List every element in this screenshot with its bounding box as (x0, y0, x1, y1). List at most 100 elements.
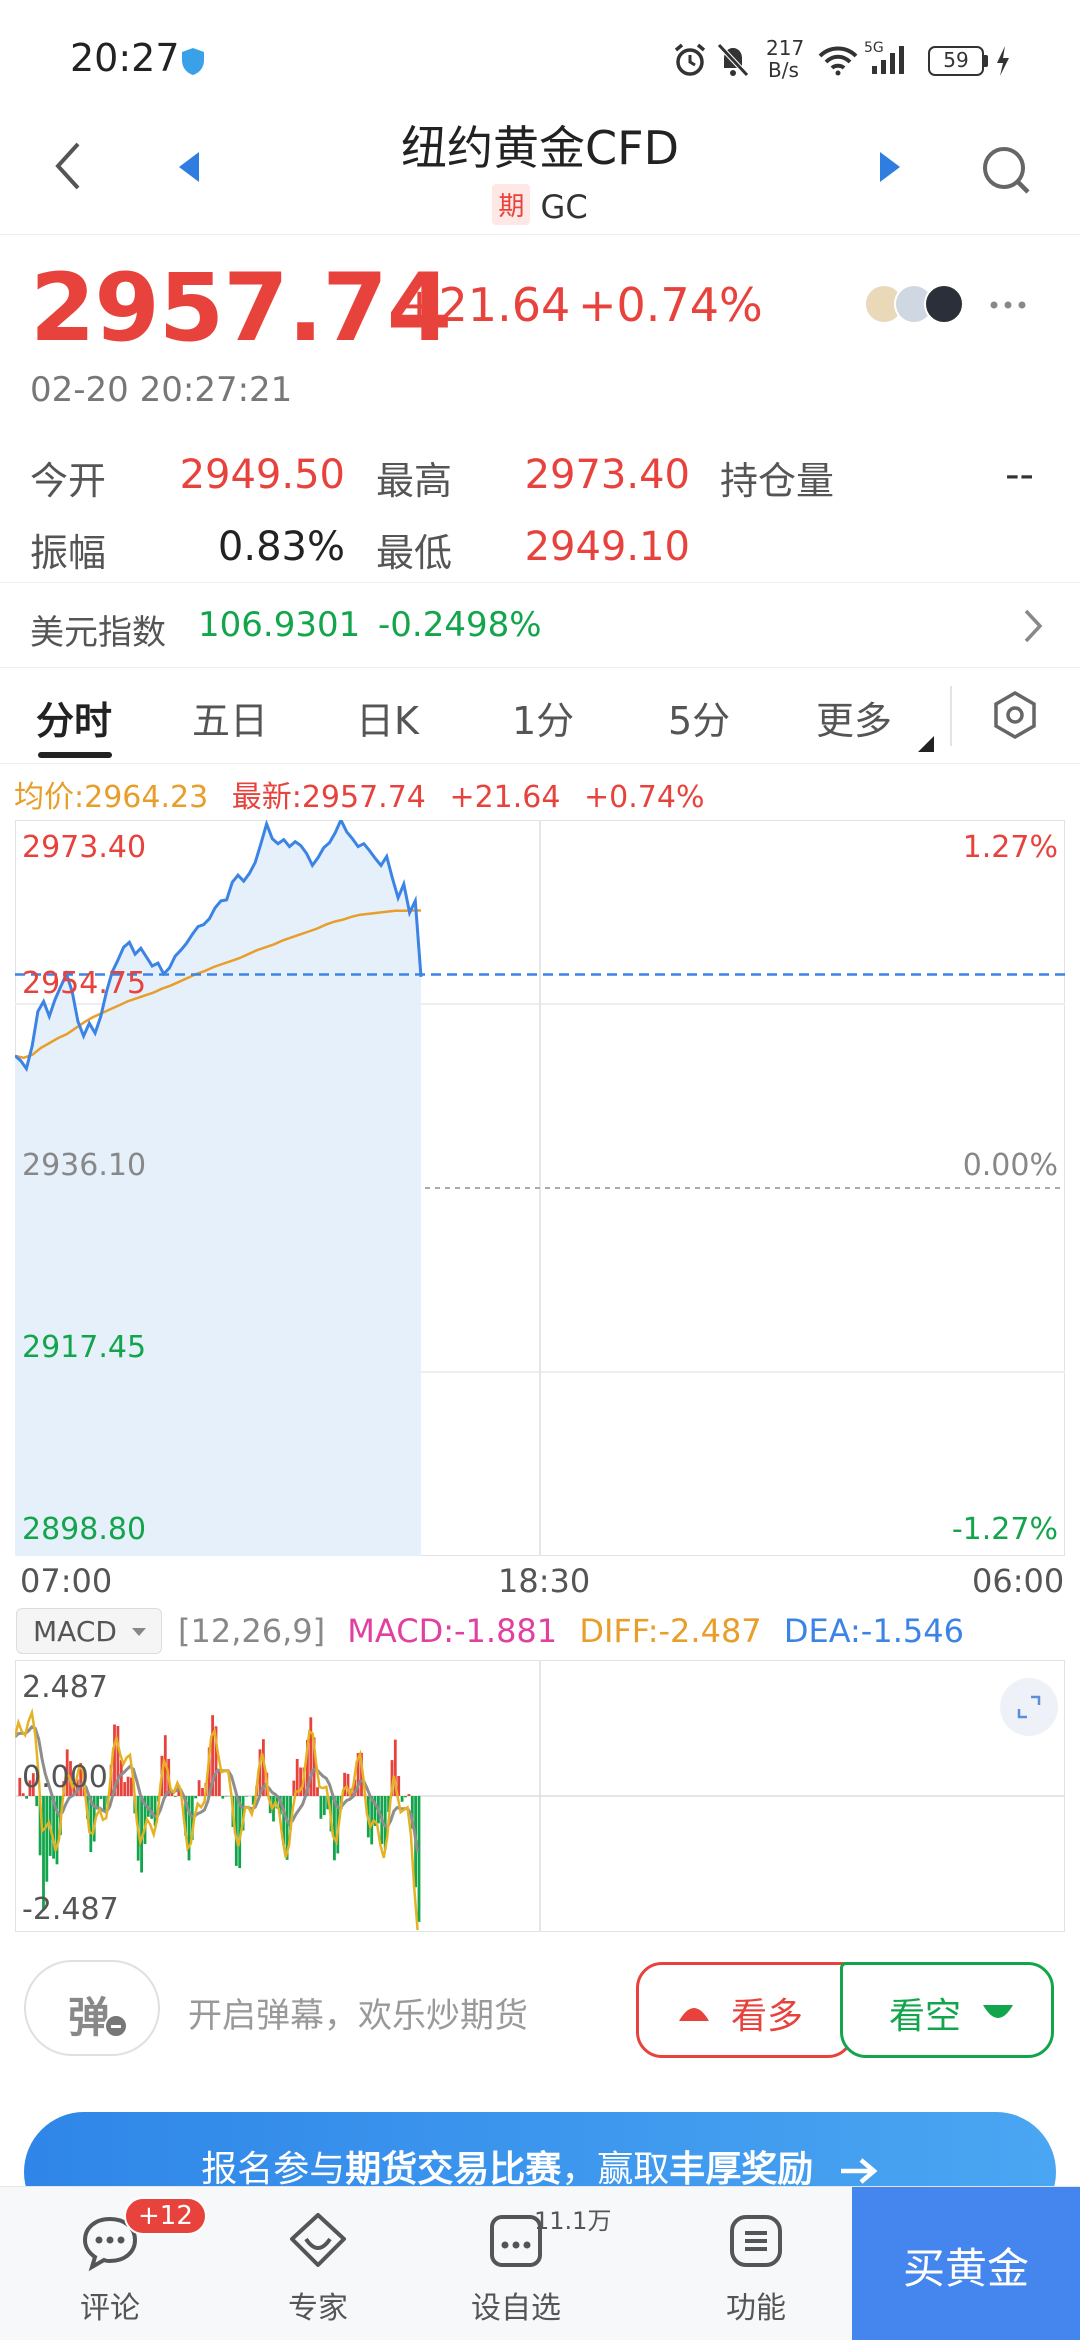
macd-bar (245, 1796, 248, 1797)
pct-base: 0.00% (962, 1148, 1058, 1183)
nav-label: 专家 (288, 2291, 348, 2326)
stat-label: 持仓量 (720, 459, 835, 503)
banner-bold-2: 丰厚奖励 (669, 2149, 814, 2190)
stat-label: 最低 (376, 531, 453, 575)
time-label-mid: 18:30 (498, 1562, 591, 1600)
buy-gold-button[interactable]: 买黄金 (852, 2187, 1080, 2340)
battery-icon: 59 (928, 46, 984, 76)
price-chart[interactable] (15, 820, 1065, 1556)
bullish-button[interactable]: 看多 (636, 1962, 854, 2058)
danmu-prompt[interactable]: 开启弹幕，欢乐炒期货 (188, 1988, 528, 2037)
axis-high: 2973.40 (22, 830, 147, 865)
axis-mid-up: 2954.75 (22, 966, 147, 1001)
mute-bell-icon (717, 43, 749, 77)
nav-watchlist[interactable]: 11.1万 设自选 (456, 2187, 611, 2340)
stat-value: 2949.50 (179, 452, 345, 498)
banner-mid: ，赢取 (561, 2149, 670, 2190)
nav-label: 功能 (726, 2291, 786, 2326)
stat-value: 2973.40 (524, 452, 690, 498)
bearish-button[interactable]: 看空 (840, 1962, 1054, 2058)
bottom-nav: +12 评论 专家 11.1万 设自选 功能 买黄金 (0, 2186, 1080, 2340)
menu-icon (730, 2215, 782, 2267)
dxy-value: 106.9301 (198, 605, 361, 645)
net-speed-top: 217 (766, 36, 805, 60)
banner-bold-1: 期货交易比赛 (345, 2149, 562, 2190)
macd-params: [12,26,9] (178, 1612, 326, 1650)
nav-label: 评论 (80, 2291, 140, 2326)
stat-label: 振幅 (30, 531, 107, 575)
watchlist-count: 11.1万 (534, 2207, 612, 2235)
macd-bar (174, 1796, 177, 1797)
buy-gold-label: 买黄金 (902, 2244, 1029, 2293)
nav-experts[interactable]: 专家 (258, 2187, 378, 2340)
arrow-right-icon (840, 2158, 878, 2184)
more-dots-icon[interactable] (988, 298, 1028, 312)
settings-hex-icon[interactable] (990, 690, 1040, 740)
macd-bar (224, 1796, 228, 1797)
macd-bar (407, 1794, 411, 1796)
next-arrow-icon[interactable] (876, 150, 904, 184)
dxy-row[interactable]: 美元指数 106.9301 -0.2498% (0, 582, 1080, 668)
charging-icon (997, 46, 1009, 76)
macd-selector[interactable]: MACD (16, 1608, 162, 1654)
macd-chart[interactable] (15, 1660, 1065, 1932)
tab-five-day[interactable]: 五日 (192, 690, 268, 745)
stat-label: 最高 (376, 459, 453, 503)
macd-bar (18, 1777, 22, 1796)
macd-bar (197, 1780, 201, 1796)
price-change-pct: +0.74% (578, 278, 763, 332)
price-main: 2957.74 (30, 254, 452, 363)
tab-5min[interactable]: 5分 (668, 690, 730, 745)
avg-price: 均价:2964.23 (14, 780, 209, 815)
dropdown-corner-icon (918, 736, 934, 752)
macd-bar (319, 1796, 323, 1819)
dxy-change: -0.2498% (378, 605, 542, 645)
macd-values: [12,26,9] MACD:-1.881 DIFF:-2.487 DEA:-1… (178, 1612, 964, 1650)
dxy-label: 美元指数 (30, 613, 166, 653)
pct-high: 1.27% (962, 830, 1058, 865)
macd-bar (322, 1796, 326, 1816)
page-title: 纽约黄金CFD (401, 121, 679, 175)
macd-bar (400, 1796, 404, 1802)
macd-bar (126, 1776, 130, 1796)
axis-low: 2898.80 (22, 1512, 147, 1547)
avatar (924, 284, 964, 324)
subtitle: 期 GC (340, 184, 740, 226)
tab-more[interactable]: 更多 (816, 690, 892, 745)
up-triangle-icon (679, 2008, 709, 2021)
nav-functions[interactable]: 功能 (696, 2187, 816, 2340)
tab-divider (950, 686, 952, 746)
danmu-icon: 弹 (68, 1993, 111, 2042)
shield-icon (182, 48, 204, 75)
danmu-button[interactable]: 弹 (24, 1960, 160, 2056)
prev-arrow-icon[interactable] (175, 150, 203, 184)
macd-bar (99, 1796, 103, 1799)
expand-icon (1017, 1695, 1041, 1719)
banner-pre: 报名参与 (201, 2149, 346, 2190)
time-label-end: 06:00 (972, 1562, 1065, 1600)
tab-1min[interactable]: 1分 (512, 690, 574, 745)
back-icon[interactable] (50, 140, 86, 192)
expert-avatars[interactable] (864, 284, 984, 328)
stat-value: 2949.10 (524, 524, 690, 570)
macd-bar (201, 1788, 204, 1796)
axis-mid-down: 2917.45 (22, 1330, 147, 1365)
diff-value: DIFF:-2.487 (579, 1612, 762, 1650)
tab-daily-k[interactable]: 日K (356, 690, 419, 745)
tab-timeshare[interactable]: 分时 (36, 690, 112, 745)
chart-tabs: 分时 五日 日K 1分 5分 更多 (0, 668, 1080, 764)
macd-axis-zero: 0.000 (22, 1760, 108, 1795)
wifi-icon (818, 46, 858, 76)
nav-comments[interactable]: +12 评论 (50, 2187, 207, 2340)
alarm-icon (674, 43, 706, 76)
nav-label: 设自选 (471, 2291, 561, 2326)
down-triangle-icon (983, 2005, 1013, 2018)
axis-base: 2936.10 (22, 1148, 147, 1183)
banner-text: 报名参与期货交易比赛，赢取丰厚奖励 (24, 2140, 1056, 2192)
search-icon[interactable] (980, 144, 1032, 196)
macd-bar (35, 1796, 39, 1807)
expand-button[interactable] (1000, 1678, 1058, 1736)
chevron-right-icon (1024, 609, 1043, 643)
macd-bar (25, 1796, 28, 1799)
macd-bar (119, 1760, 123, 1796)
